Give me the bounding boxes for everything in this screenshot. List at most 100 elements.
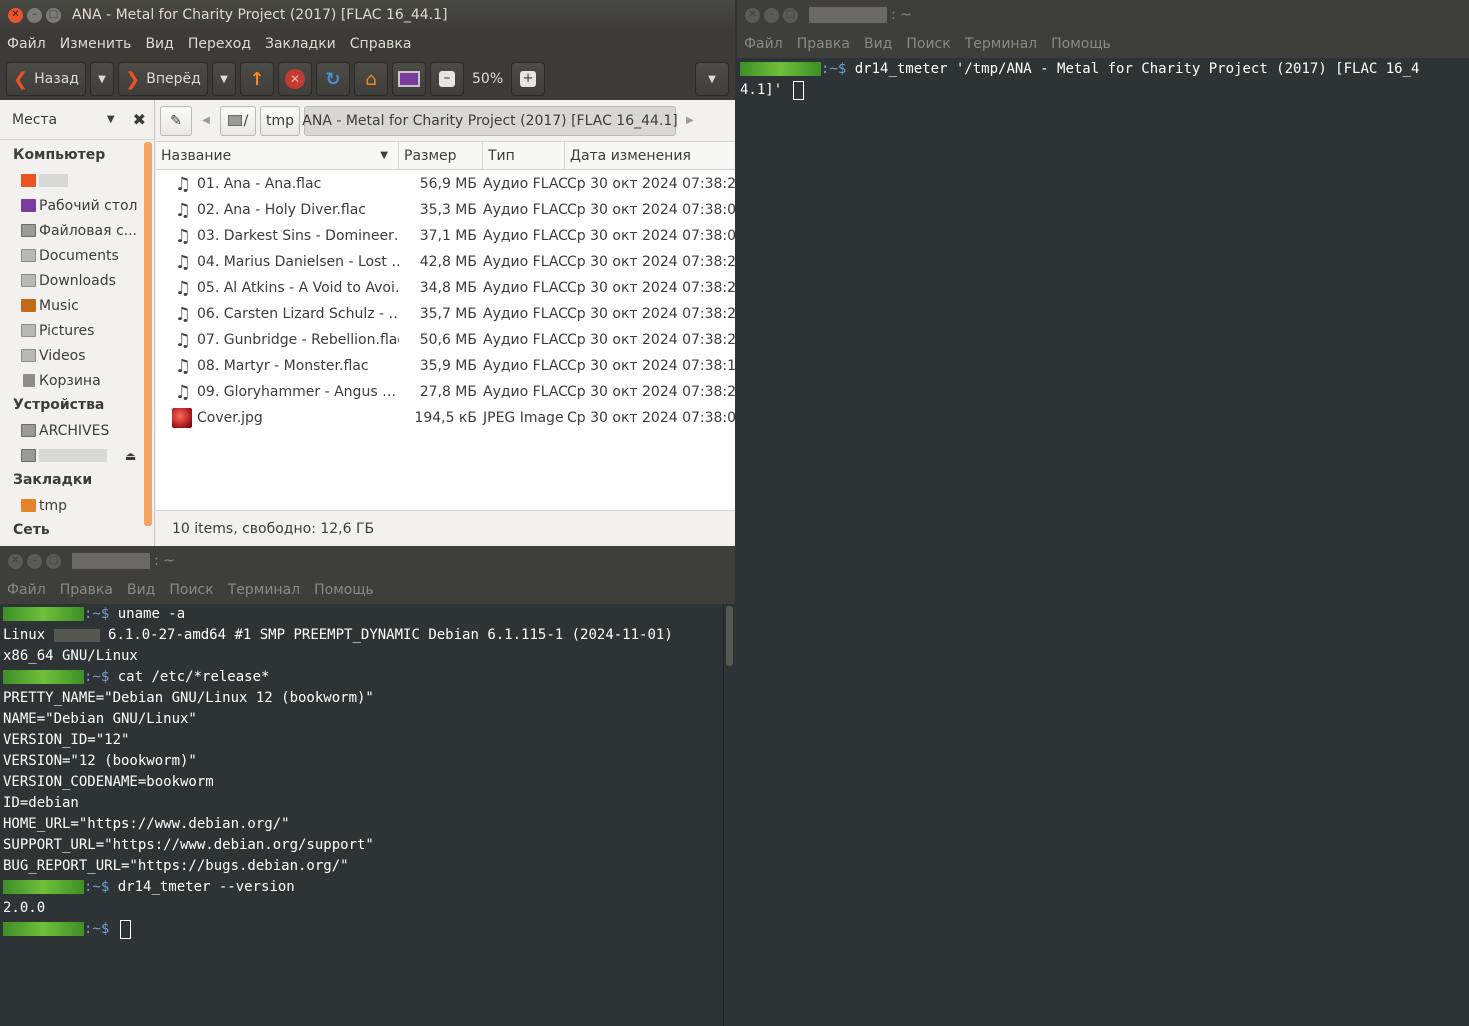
zoom-in-icon[interactable]: + [511,62,546,96]
sidebar-item-downloads[interactable]: Downloads [0,268,154,293]
sidebar-item-desktop[interactable]: Рабочий стол [0,193,154,218]
file-row[interactable]: ♫ 01. Ana - Ana.flac 56,9 МБ Аудио FLAC Ср 3… [156,171,735,197]
sidebar-item-home[interactable] [0,168,154,193]
terminal-right-titlebar[interactable]: ✕ – □ : ~ [737,0,1469,30]
back-history-dropdown[interactable]: ▼ [90,62,114,96]
file-date: Ср 30 окт 2024 07:38:08 [567,228,735,244]
terminal-right-output[interactable]: :~$ dr14_tmeter '/tmp/ANA - Metal for Ch… [737,58,1469,1026]
path-root-button[interactable]: / [220,105,256,136]
minimize-icon[interactable]: – [27,553,42,569]
minimize-icon[interactable]: – [27,7,42,23]
file-name: Cover.jpg [197,410,263,426]
sidebar-item-filesystem[interactable]: Файловая с... [0,218,154,243]
file-row[interactable]: ♫ 03. Darkest Sins - Domineer… 37,1 МБ Ауди… [156,223,735,249]
sidebar-item-pictures[interactable]: Pictures [0,318,154,343]
up-arrow-icon[interactable]: ↑ [240,62,274,96]
scrollbar-thumb[interactable] [726,606,733,666]
sidebar-scrollbar[interactable] [144,142,152,526]
back-button[interactable]: ❮ Назад [6,62,86,96]
file-manager-titlebar[interactable]: ✕ – □ ANA - Metal for Charity Project (2… [0,0,735,30]
menu-bookmarks[interactable]: Закладки [265,36,336,52]
file-row[interactable]: ♫ 02. Ana - Holy Diver.flac 35,3 МБ Аудио F… [156,197,735,223]
sidebar-item-archives[interactable]: ARCHIVES [0,418,154,443]
file-row[interactable]: ♫ 05. Al Atkins - A Void to Avoi… 34,8 МБ А… [156,275,735,301]
menu-search[interactable]: Поиск [169,582,213,598]
forward-history-dropdown[interactable]: ▼ [212,62,236,96]
menu-file[interactable]: Файл [7,582,46,598]
sidebar-item-music[interactable]: Music [0,293,154,318]
file-row[interactable]: Cover.jpg 194,5 кБ JPEG Image Ср 30 окт 202… [156,405,735,431]
redacted-prompt-user [3,670,84,684]
path-scroll-right[interactable]: ▶ [680,106,700,136]
close-icon[interactable]: ✕ [8,7,23,23]
maximize-icon[interactable]: □ [46,553,61,569]
file-row[interactable]: ♫ 06. Carsten Lizard Schulz - … 35,7 МБ Ауд… [156,301,735,327]
forward-button[interactable]: ❯ Вперёд [118,62,208,96]
column-type-header[interactable]: Тип [483,142,565,169]
home-icon[interactable]: ⌂ [354,62,388,96]
close-icon[interactable]: ✕ [8,553,23,569]
path-scroll-left[interactable]: ◀ [196,106,216,136]
maximize-icon[interactable]: □ [783,7,798,23]
menu-file[interactable]: Файл [744,36,783,52]
file-size: 50,6 МБ [419,332,477,348]
sidebar-item-documents[interactable]: Documents [0,243,154,268]
menu-view[interactable]: Вид [145,36,173,52]
file-name-cell: ♫ 07. Gunbridge - Rebellion.flac [156,330,399,351]
zoom-out-icon[interactable]: – [430,62,464,96]
column-name-header[interactable]: Название ▼ [156,142,399,169]
menu-help[interactable]: Помощь [1051,36,1111,52]
menu-go[interactable]: Переход [188,36,251,52]
path-current-button[interactable]: ANA - Metal for Charity Project (2017) [… [302,105,678,136]
menu-edit[interactable]: Правка [60,582,113,598]
menu-view[interactable]: Вид [127,582,155,598]
menu-edit[interactable]: Правка [797,36,850,52]
terminal-line: :~$ uname -a [3,604,723,625]
minimize-icon[interactable]: – [764,7,779,23]
terminal-left-output[interactable]: :~$ uname -a Linux 6.1.0-27-amd64 #1 SMP… [0,604,723,1026]
terminal-left-titlebar[interactable]: ✕ – □ : ~ [0,546,735,576]
sidebar-pane-selector[interactable]: Места [12,112,107,128]
sidebar-section-computer: Компьютер [13,147,106,163]
menu-search[interactable]: Поиск [906,36,950,52]
file-name: 05. Al Atkins - A Void to Avoi… [197,280,399,296]
menu-edit[interactable]: Изменить [60,36,132,52]
terminal-left-scrollbar[interactable] [723,604,735,1026]
sidebar-item-device-redacted[interactable]: ⏏ [0,443,154,468]
redacted-device-name [39,449,107,462]
file-name-cell: Cover.jpg [156,408,399,428]
computer-icon[interactable] [392,62,426,96]
toolbar-overflow-dropdown[interactable]: ▼ [695,62,729,96]
menu-view[interactable]: Вид [864,36,892,52]
menu-file[interactable]: Файл [7,36,46,52]
terminal-line: :~$ dr14_tmeter --version [3,877,723,898]
sidebar-item-tmp[interactable]: tmp [0,493,154,518]
column-size-header[interactable]: Размер [399,142,483,169]
file-row[interactable]: ♫ 09. Gloryhammer - Angus … 27,8 МБ Аудио F… [156,379,735,405]
sidebar-section-bookmarks: Закладки [13,472,93,488]
terminal-line: :~$ [3,919,723,940]
file-row[interactable]: ♫ 07. Gunbridge - Rebellion.flac 50,6 МБ Ау… [156,327,735,353]
file-row[interactable]: ♫ 04. Marius Danielsen - Lost … 42,8 МБ Ауд… [156,249,735,275]
reload-icon[interactable]: ↻ [316,62,350,96]
sidebar-item-videos[interactable]: Videos [0,343,154,368]
file-size: 35,7 МБ [419,306,477,322]
edit-location-button[interactable]: ✎ [160,105,192,136]
stop-icon[interactable]: ✕ [278,62,312,96]
path-tmp-button[interactable]: tmp [260,105,300,136]
eject-icon[interactable]: ⏏ [125,449,136,463]
chevron-down-icon[interactable]: ▼ [107,114,115,125]
column-date-header[interactable]: Дата изменения [565,142,735,169]
maximize-icon[interactable]: □ [46,7,61,23]
file-row[interactable]: ♫ 08. Martyr - Monster.flac 35,9 МБ Аудио F… [156,353,735,379]
terminal-line: NAME="Debian GNU/Linux" [3,711,197,727]
terminal-line: VERSION_ID="12" [3,732,130,748]
music-note-icon: ♫ [174,225,192,247]
menu-help[interactable]: Справка [350,36,412,52]
close-sidebar-icon[interactable]: ✖ [133,110,146,129]
menu-terminal[interactable]: Терминал [228,582,300,598]
sidebar-item-trash[interactable]: Корзина [0,368,154,393]
close-icon[interactable]: ✕ [745,7,760,23]
menu-terminal[interactable]: Терминал [965,36,1037,52]
menu-help[interactable]: Помощь [314,582,374,598]
